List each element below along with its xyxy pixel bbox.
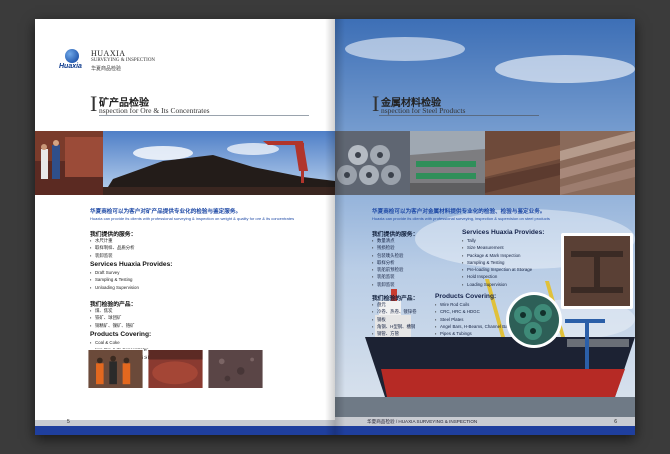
- logo-subtitle: SURVEYING & INSPECTION: [91, 58, 156, 63]
- right-products-en-title: Products Covering:: [435, 293, 497, 300]
- list-item: 装卸监装: [90, 252, 135, 260]
- left-products-cn-list: 煤、焦炭 铁矿、球团矿 铜精矿、镍矿、铬矿: [90, 307, 135, 329]
- list-item: 装卸监装: [372, 281, 403, 289]
- brochure-spread: Huaxia HUAXIA SURVEYING & INSPECTION 华夏商…: [35, 19, 635, 435]
- list-item: 角钢、H型钢、槽钢: [372, 323, 417, 331]
- steel-photo-strip: [335, 131, 635, 195]
- list-item: Sampling & Testing: [462, 259, 532, 267]
- left-footer-bar: [35, 426, 335, 435]
- list-item: Wire Rod Coils: [435, 301, 511, 309]
- list-item: 水尺计重: [90, 237, 135, 245]
- list-item: Sampling & Testing: [90, 276, 139, 284]
- heading-english: nspection for Ore & Its Concentrates: [99, 106, 210, 115]
- list-item: Loading Supervision: [462, 281, 532, 289]
- list-item: Package & Mark Inspection: [462, 252, 532, 260]
- right-services-en-list: Tally Size Measurement Package & Mark In…: [462, 237, 532, 288]
- list-item: Angel Bars, H-Beams, Channel Bars: [435, 323, 511, 331]
- list-item: CRC, HRC & HDGC: [435, 308, 511, 316]
- list-item: 取样制样、品质分析: [90, 244, 135, 252]
- left-intro-english: Huaxia can provide its clients with prof…: [90, 216, 295, 221]
- footer-brand: 华夏商品检验 / HUAXIA SURVEYING & INSPECTION: [367, 419, 477, 425]
- list-item: Pre-loading Inspection at Storage: [462, 266, 532, 274]
- right-footer-bar: [335, 426, 635, 435]
- list-item: 取样分析: [372, 259, 403, 267]
- chromite-thumbnail: [207, 349, 264, 389]
- left-page-number: 5: [67, 419, 70, 425]
- list-item: 盘元: [372, 301, 417, 309]
- right-section-heading: I 金属材料检验 nspection for Steel Products: [372, 93, 592, 117]
- right-services-cn-list: 数量清点 残损检验 包装唛头检验 取样分析 装船前预检验 装船监装 装卸监装: [372, 237, 403, 288]
- footer-brand-en: HUAXIA SURVEYING & INSPECTION: [398, 419, 478, 424]
- logo-name: HUAXIA: [91, 49, 126, 58]
- wire-coils-callout: [506, 292, 562, 348]
- warehouse-photo: [410, 131, 485, 195]
- workers-thumbnail: [87, 349, 144, 389]
- list-item: 煤、焦炭: [90, 307, 135, 315]
- list-item: 装船监装: [372, 273, 403, 281]
- heading-rule: [379, 115, 539, 116]
- right-intro-english: Huaxia can provide its clients with prof…: [372, 216, 550, 221]
- list-item: 钢管、方管: [372, 330, 417, 338]
- right-page-number: 6: [614, 419, 617, 425]
- list-item: Pipes & Tubings: [435, 330, 511, 338]
- left-products-en-title: Products Covering:: [90, 331, 152, 338]
- list-item: 装船前预检验: [372, 266, 403, 274]
- list-item: Size Measurement: [462, 244, 532, 252]
- list-item: Coal & Coke: [90, 339, 202, 347]
- globe-icon: [65, 49, 79, 63]
- h-beam-callout: [561, 233, 633, 309]
- left-page: Huaxia HUAXIA SURVEYING & INSPECTION 华夏商…: [35, 19, 335, 435]
- list-item: 铜精矿、镍矿、铬矿: [90, 322, 135, 330]
- steel-plates-photo: [485, 131, 560, 195]
- left-services-en-list: Draft Survey Sampling & Testing Unloadin…: [90, 269, 139, 291]
- list-item: Hold Inspection: [462, 273, 532, 281]
- right-intro-chinese: 华夏商检可以为客户对金属材料提供专业化的检验、检验与鉴定业务。: [372, 209, 546, 215]
- list-item: 钢板: [372, 316, 417, 324]
- list-item: 数量清点: [372, 237, 403, 245]
- left-section-heading: I 矿产品检验 nspection for Ore & Its Concentr…: [90, 93, 310, 117]
- list-item: Steel Plates: [435, 316, 511, 324]
- list-item: Tally: [462, 237, 532, 245]
- heading-rule: [99, 115, 309, 116]
- list-item: Unloading Supervision: [90, 284, 139, 292]
- right-products-en-list: Wire Rod Coils CRC, HRC & HDGC Steel Pla…: [435, 301, 511, 338]
- sky-background: [335, 19, 635, 435]
- right-page: I 金属材料检验 nspection for Steel Products 华夏…: [335, 19, 635, 435]
- copper-ore-thumbnail: [147, 349, 204, 389]
- footer-brand-cn: 华夏商品检验: [367, 419, 395, 424]
- heading-english: nspection for Steel Products: [381, 106, 466, 115]
- right-products-cn-list: 盘元 冷卷、热卷、镀锌卷 钢板 角钢、H型钢、槽钢 钢管、方管: [372, 301, 417, 338]
- steel-beams-photo: [560, 131, 635, 195]
- left-intro-chinese: 华夏商检可以为客户对矿产品提供专业化的检验与鉴定服务。: [90, 209, 242, 215]
- list-item: 残损检验: [372, 244, 403, 252]
- list-item: 包装唛头检验: [372, 252, 403, 260]
- ore-photo-strip: [35, 131, 335, 195]
- right-services-en-title: Services Huaxia Provides:: [462, 229, 545, 236]
- steel-coils-photo: [335, 131, 410, 195]
- list-item: Draft Survey: [90, 269, 139, 277]
- logo-brand: Huaxia: [59, 63, 82, 70]
- heading-initial: I: [372, 91, 380, 116]
- left-services-cn-list: 水尺计重 取样制样、品质分析 装卸监装: [90, 237, 135, 259]
- huaxia-logo: Huaxia HUAXIA SURVEYING & INSPECTION 华夏商…: [59, 49, 169, 73]
- workers-photo: [35, 131, 103, 195]
- left-services-en-title: Services Huaxia Provides:: [90, 261, 173, 268]
- list-item: 铁矿、球团矿: [90, 314, 135, 322]
- logo-chinese: 华夏商品检验: [91, 66, 122, 72]
- list-item: 冷卷、热卷、镀锌卷: [372, 308, 417, 316]
- brochure-stage: Huaxia HUAXIA SURVEYING & INSPECTION 华夏商…: [0, 0, 670, 454]
- ore-pile-photo: [103, 131, 335, 195]
- heading-initial: I: [90, 91, 98, 116]
